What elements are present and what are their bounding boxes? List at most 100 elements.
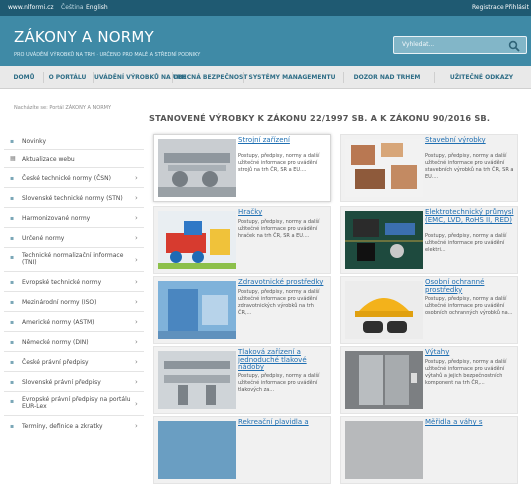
card-electrical[interactable]: Elektrotechnický průmysl (EMC, LVD, RoHS… — [340, 206, 518, 274]
card-construction-products[interactable]: Stavební výrobky Postupy, předpisy, norm… — [340, 134, 518, 202]
grid-icon: ▦ — [10, 155, 16, 162]
card-title[interactable]: Strojní zařízení — [238, 136, 328, 145]
circuit-image — [345, 211, 423, 269]
card-title[interactable]: Stavební výrobky — [425, 136, 515, 145]
medical-image — [158, 281, 236, 339]
nav-market-placement[interactable]: UVÁDĚNÍ VÝROBKŮ NA TRH — [94, 66, 186, 89]
bullet-icon: ▪ — [10, 379, 15, 386]
chevron-right-icon: › — [135, 378, 138, 386]
sidebar-item-stn[interactable]: ▪ Slovenské technické normy (STN) › — [4, 188, 144, 208]
sidebar-item-astm[interactable]: ▪ Americké normy (ASTM) › — [4, 312, 144, 332]
card-title[interactable]: Tlaková zařízení a jednoduché tlakové ná… — [238, 348, 328, 372]
lang-english-link[interactable]: English — [86, 4, 108, 11]
chevron-right-icon: › — [135, 422, 138, 430]
sidebar-item-slovak-law[interactable]: ▪ Slovenské právní předpisy › — [4, 372, 144, 392]
chevron-right-icon: › — [135, 278, 138, 286]
card-recreational-craft[interactable]: Rekreační plavidla a — [153, 416, 331, 484]
chevron-right-icon: › — [135, 174, 138, 182]
card-pressure-equipment[interactable]: Tlaková zařízení a jednoduché tlakové ná… — [153, 346, 331, 414]
card-title[interactable]: Osobní ochranné prostředky — [425, 278, 515, 294]
chevron-right-icon: › — [135, 318, 138, 326]
toys-image — [158, 211, 236, 269]
bullet-icon: ▪ — [10, 175, 15, 182]
card-title[interactable]: Měřidla a váhy s — [425, 418, 515, 427]
lift-image — [345, 351, 423, 409]
sidebar-item-csn[interactable]: ▪ České technické normy (ČSN) › — [4, 168, 144, 188]
chevron-right-icon: › — [135, 338, 138, 346]
search-input[interactable]: Vyhledat... — [402, 41, 434, 48]
register-link[interactable]: Registrace — [472, 4, 504, 11]
card-measuring-instruments[interactable]: Měřidla a váhy s — [340, 416, 518, 484]
site-tagline: PRO UVÁDĚNÍ VÝROBKŮ NA TRH · URČENO PRO … — [14, 52, 201, 58]
machinery-image — [158, 139, 236, 197]
bullet-icon: ▪ — [10, 279, 15, 286]
bullet-icon: ▪ — [10, 215, 15, 222]
chevron-right-icon: › — [135, 194, 138, 202]
chevron-right-icon: › — [135, 214, 138, 222]
sidebar-item-din[interactable]: ▪ Německé normy (DIN) › — [4, 332, 144, 352]
bullet-icon: ▪ — [10, 423, 15, 430]
nav-management-systems[interactable]: SYSTÉMY MANAGEMENTU — [244, 66, 340, 89]
lang-czech-link[interactable]: Čeština — [61, 4, 84, 11]
chevron-right-icon: › — [135, 234, 138, 242]
card-description: Postupy, předpisy, normy a další užitečn… — [425, 359, 507, 386]
nav-useful-links[interactable]: UŽITEČNÉ ODKAZY — [434, 66, 529, 89]
bullet-icon: ▪ — [10, 138, 15, 145]
card-title[interactable]: Zdravotnické prostředky — [238, 278, 328, 287]
site-logo[interactable]: ZÁKONY A NORMY — [14, 28, 154, 46]
boat-image — [158, 421, 236, 479]
search-box[interactable]: Vyhledat... — [393, 36, 527, 54]
sidebar-item-tni[interactable]: ▪ Technické normalizační informace (TNI)… — [4, 248, 144, 272]
card-description: Postupy, předpisy, normy a další užitečn… — [238, 219, 320, 239]
card-title[interactable]: Hračky — [238, 208, 328, 217]
sidebar-item-european[interactable]: ▪ Evropské technické normy › — [4, 272, 144, 292]
bullet-icon: ▪ — [10, 359, 15, 366]
sidebar-item-terms[interactable]: ▪ Termíny, definice a zkratky › — [4, 416, 144, 436]
chevron-right-icon: › — [135, 298, 138, 306]
bullet-icon: ▪ — [10, 339, 15, 346]
card-title[interactable]: Výtahy — [425, 348, 515, 357]
search-icon[interactable] — [508, 40, 520, 52]
card-medical-devices[interactable]: Zdravotnické prostředky Postupy, předpis… — [153, 276, 331, 344]
site-header: ZÁKONY A NORMY PRO UVÁDĚNÍ VÝROBKŮ NA TR… — [0, 16, 531, 66]
card-machinery[interactable]: Strojní zařízení Postupy, předpisy, norm… — [153, 134, 331, 202]
bullet-icon: ▪ — [10, 195, 15, 202]
page-title: STANOVENÉ VÝROBKY K ZÁKONU 22/1997 SB. A… — [149, 113, 491, 123]
breadcrumb: Nacházíte se: Portál ZÁKONY A NORMY — [14, 105, 112, 111]
card-description: Postupy, předpisy, normy a další užitečn… — [238, 153, 320, 173]
chevron-right-icon: › — [135, 400, 138, 408]
sidebar-item-harmonized[interactable]: ▪ Harmonizované normy › — [4, 208, 144, 228]
pressure-image — [158, 351, 236, 409]
bullet-icon: ▪ — [10, 319, 15, 326]
card-description: Postupy, předpisy, normy a další užitečn… — [425, 296, 513, 316]
bullet-icon: ▪ — [10, 235, 15, 242]
sidebar-item-iso[interactable]: ▪ Mezinárodní normy (ISO) › — [4, 292, 144, 312]
card-description: Postupy, předpisy, normy a další užitečn… — [425, 153, 514, 180]
nav-about[interactable]: O PORTÁLU — [44, 66, 91, 89]
nav-market-surveillance[interactable]: DOZOR NAD TRHEM — [344, 66, 430, 89]
card-ppe[interactable]: Osobní ochranné prostředky Postupy, před… — [340, 276, 518, 344]
card-description: Postupy, předpisy, normy a další užitečn… — [238, 373, 320, 393]
bullet-icon: ▪ — [10, 299, 15, 306]
card-title[interactable]: Rekreační plavidla a — [238, 418, 328, 427]
card-lifts[interactable]: Výtahy Postupy, předpisy, normy a další … — [340, 346, 518, 414]
bricks-image — [345, 139, 423, 197]
chevron-right-icon: › — [135, 358, 138, 366]
main-nav: DOMŮ O PORTÁLU UVÁDĚNÍ VÝROBKŮ NA TRH OB… — [0, 66, 531, 89]
card-title[interactable]: Elektrotechnický průmysl (EMC, LVD, RoHS… — [425, 208, 515, 224]
sidebar-item-eurlex[interactable]: ▪ Evropské právní předpisy na portálu EU… — [4, 392, 144, 416]
nav-general-safety[interactable]: OBECNÁ BEZPEČNOST — [173, 66, 247, 89]
card-description: Postupy, předpisy, normy a další užitečn… — [425, 233, 507, 253]
nav-home[interactable]: DOMŮ — [6, 66, 42, 89]
card-toys[interactable]: Hračky Postupy, předpisy, normy a další … — [153, 206, 331, 274]
card-description: Postupy, předpisy, normy a další užitečn… — [238, 289, 320, 316]
sidebar-item-czech-law[interactable]: ▪ České právní předpisy › — [4, 352, 144, 372]
sidebar-item-news[interactable]: ▪ Novinky — [4, 132, 144, 150]
sidebar-item-updates[interactable]: ▦ Aktualizace webu — [4, 150, 144, 168]
ppe-image — [345, 281, 423, 339]
login-link[interactable]: Přihlásit — [505, 4, 529, 11]
site-link[interactable]: www.nlformi.cz — [8, 4, 54, 11]
top-bar: www.nlformi.cz Čeština English Registrac… — [0, 0, 531, 16]
sidebar-item-designated[interactable]: ▪ Určené normy › — [4, 228, 144, 248]
chevron-right-icon: › — [135, 256, 138, 264]
